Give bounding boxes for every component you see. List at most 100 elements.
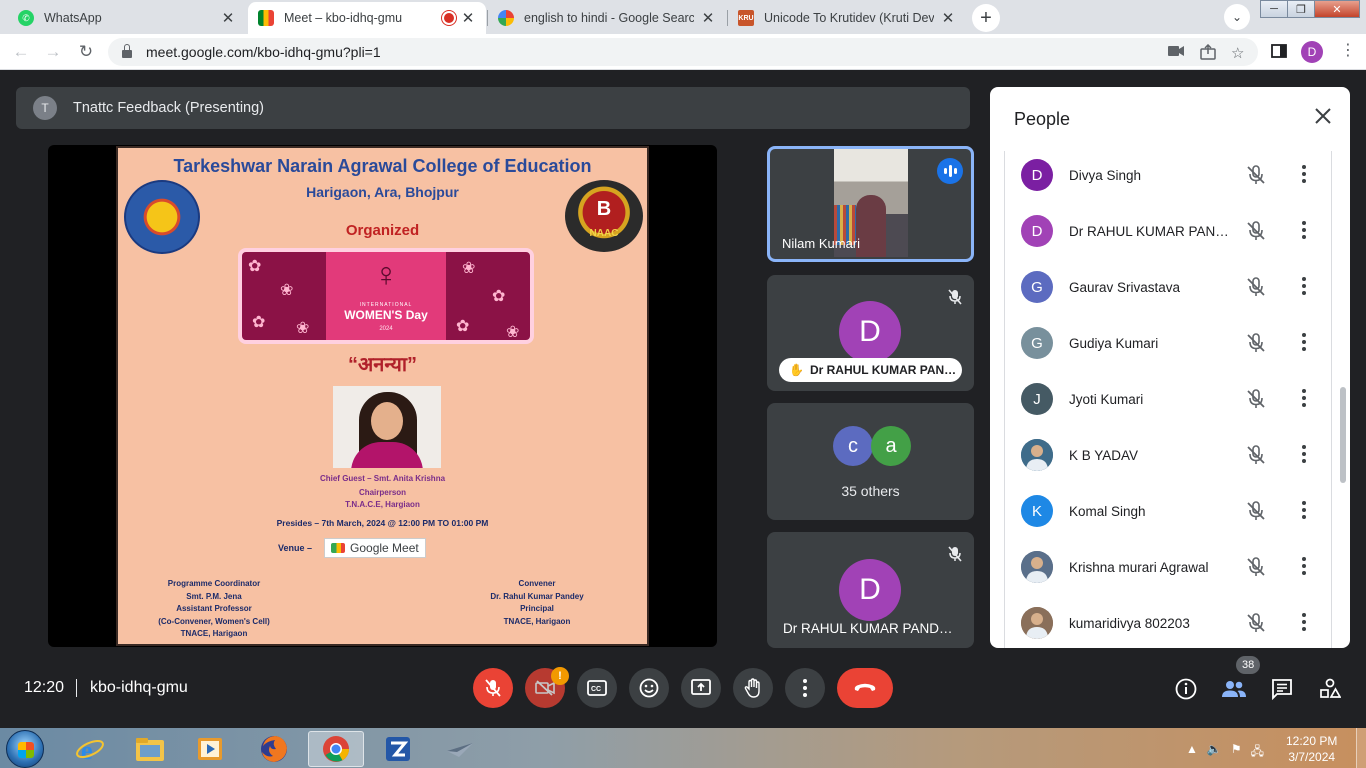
raise-hand-button[interactable]: [733, 668, 773, 708]
participant-list-scrollbar[interactable]: [1340, 387, 1346, 483]
taskbar-clock[interactable]: 12:20 PM 3/7/2024: [1286, 733, 1337, 765]
participant-more-options-button[interactable]: [1301, 555, 1307, 582]
presentation-bar: T Tnattc Feedback (Presenting): [16, 87, 970, 129]
media-player-icon: [198, 738, 222, 760]
reload-button[interactable]: ↻: [75, 41, 97, 63]
mic-off-icon: [948, 289, 962, 310]
participant-row[interactable]: kumaridivya 802203: [1005, 595, 1331, 648]
others-count: 35 others: [841, 483, 900, 499]
coordinator-line: TNACE, Harigaon: [180, 629, 248, 638]
close-tab-icon[interactable]: ✕: [700, 9, 716, 27]
participant-row[interactable]: D Divya Singh: [1005, 147, 1331, 203]
mic-off-icon: [1245, 164, 1267, 191]
participant-tile[interactable]: D ✋ Dr RAHUL KUMAR PAN…: [767, 275, 974, 391]
participant-list[interactable]: D Divya Singh D Dr RAHUL KUMAR PAND... G Gaur…: [1004, 151, 1332, 648]
maximize-button[interactable]: ❐: [1287, 0, 1315, 18]
activities-button[interactable]: [1317, 676, 1343, 702]
tab-google-search[interactable]: english to hindi - Google Search ✕: [488, 2, 726, 34]
naac-badge-icon: B NAAC: [565, 180, 643, 252]
browser-menu-icon[interactable]: ⋮: [1340, 40, 1356, 60]
participant-more-options-button[interactable]: [1301, 611, 1307, 638]
mic-off-icon: [1245, 276, 1267, 303]
address-bar[interactable]: meet.google.com/kbo-idhq-gmu?pli=1 ☆: [108, 38, 1258, 66]
others-tile[interactable]: c a 35 others: [767, 403, 974, 520]
taskbar-firefox[interactable]: [246, 731, 302, 767]
close-tab-icon[interactable]: ✕: [940, 9, 956, 27]
show-desktop-button[interactable]: [1356, 728, 1366, 768]
camera-icon[interactable]: [1168, 44, 1184, 61]
chat-button[interactable]: [1269, 676, 1295, 702]
chief-org: T.N.A.C.E, Hargiaon: [345, 500, 420, 509]
share-icon[interactable]: [1200, 43, 1216, 64]
leave-call-button[interactable]: [837, 668, 893, 708]
close-panel-button[interactable]: [1314, 107, 1332, 130]
participant-tile-speaking[interactable]: Nilam Kumari: [767, 146, 974, 262]
network-icon[interactable]: 🖧: [1251, 742, 1264, 763]
close-tab-icon[interactable]: ✕: [220, 9, 236, 27]
people-panel: People D Divya Singh D Dr RAHUL KUMAR PAND.…: [990, 87, 1350, 648]
participant-more-options-button[interactable]: [1301, 331, 1307, 358]
tab-search-button[interactable]: ⌄: [1224, 4, 1250, 30]
participant-more-options-button[interactable]: [1301, 275, 1307, 302]
star-icon[interactable]: ☆: [1231, 44, 1244, 62]
new-tab-button[interactable]: +: [972, 4, 1000, 32]
participant-more-options-button[interactable]: [1301, 443, 1307, 470]
taskbar-file-explorer[interactable]: [122, 731, 178, 767]
meeting-clock: 12:20: [24, 679, 65, 696]
mic-off-icon: [1245, 444, 1267, 471]
divider: [76, 679, 77, 697]
participant-more-options-button[interactable]: [1301, 163, 1307, 190]
participant-more-options-button[interactable]: [1301, 387, 1307, 414]
taskbar-app-plane[interactable]: [432, 731, 488, 767]
participant-name: Gudiya Kumari: [1069, 335, 1159, 351]
volume-icon[interactable]: 🔈: [1207, 742, 1222, 763]
close-tab-icon[interactable]: ✕: [460, 9, 476, 27]
participant-tile[interactable]: D Dr RAHUL KUMAR PAND…: [767, 532, 974, 648]
college-title: Tarkeshwar Narain Agrawal College of Edu…: [173, 156, 592, 176]
participant-row[interactable]: J Jyoti Kumari: [1005, 371, 1331, 427]
present-screen-button[interactable]: [681, 668, 721, 708]
tab-meet[interactable]: Meet – kbo-idhq-gmu ✕: [248, 2, 486, 34]
participant-more-options-button[interactable]: [1301, 499, 1307, 526]
minimize-button[interactable]: ─: [1260, 0, 1288, 18]
action-center-flag-icon[interactable]: ⚑: [1231, 742, 1242, 763]
profile-avatar[interactable]: D: [1301, 41, 1323, 63]
tab-title: english to hindi - Google Search: [524, 11, 694, 25]
taskbar-app-blue[interactable]: [370, 731, 426, 767]
participant-row[interactable]: K B YADAV: [1005, 427, 1331, 483]
mic-off-icon: [1245, 332, 1267, 359]
forward-button[interactable]: →: [42, 41, 64, 63]
people-button[interactable]: [1221, 676, 1247, 702]
participant-more-options-button[interactable]: [1301, 219, 1307, 246]
start-button[interactable]: [6, 730, 44, 768]
meeting-details-button[interactable]: [1173, 676, 1199, 702]
more-options-button[interactable]: [785, 668, 825, 708]
browser-toolbar: ← → ↻ meet.google.com/kbo-idhq-gmu?pli=1…: [0, 34, 1366, 70]
plus-icon: +: [980, 6, 992, 29]
participant-avatar: D: [839, 559, 901, 621]
participant-name: kumaridivya 802203: [1069, 615, 1190, 631]
participant-row[interactable]: G Gudiya Kumari: [1005, 315, 1331, 371]
microphone-toggle-button[interactable]: [473, 668, 513, 708]
reactions-button[interactable]: [629, 668, 669, 708]
chief-role: Chairperson: [358, 488, 407, 497]
taskbar-media-player[interactable]: [182, 731, 238, 767]
back-button[interactable]: ←: [10, 41, 32, 63]
tab-krutidev[interactable]: KRU Unicode To Krutidev (Kruti Dev) C ✕: [728, 2, 966, 34]
tray-expand-icon[interactable]: ▲: [1186, 742, 1198, 763]
participant-row[interactable]: D Dr RAHUL KUMAR PAND...: [1005, 203, 1331, 259]
college-logo-icon: [124, 180, 200, 254]
taskbar-chrome[interactable]: [308, 731, 364, 767]
presides-line: Presides – 7th March, 2024 @ 12:00 PM TO…: [276, 518, 489, 528]
lock-icon: [122, 43, 132, 58]
tab-whatsapp[interactable]: ✆ WhatsApp ✕: [8, 2, 246, 34]
participant-row[interactable]: G Gaurav Srivastava: [1005, 259, 1331, 315]
taskbar-date: 3/7/2024: [1288, 750, 1336, 764]
captions-button[interactable]: CC: [577, 668, 617, 708]
close-window-button[interactable]: ✕: [1314, 0, 1360, 18]
side-panel-icon[interactable]: [1271, 43, 1287, 63]
svg-text:CC: CC: [591, 686, 601, 693]
participant-row[interactable]: K Komal Singh: [1005, 483, 1331, 539]
taskbar-internet-explorer[interactable]: e: [62, 731, 118, 767]
participant-row[interactable]: Krishna murari Agrawal: [1005, 539, 1331, 595]
